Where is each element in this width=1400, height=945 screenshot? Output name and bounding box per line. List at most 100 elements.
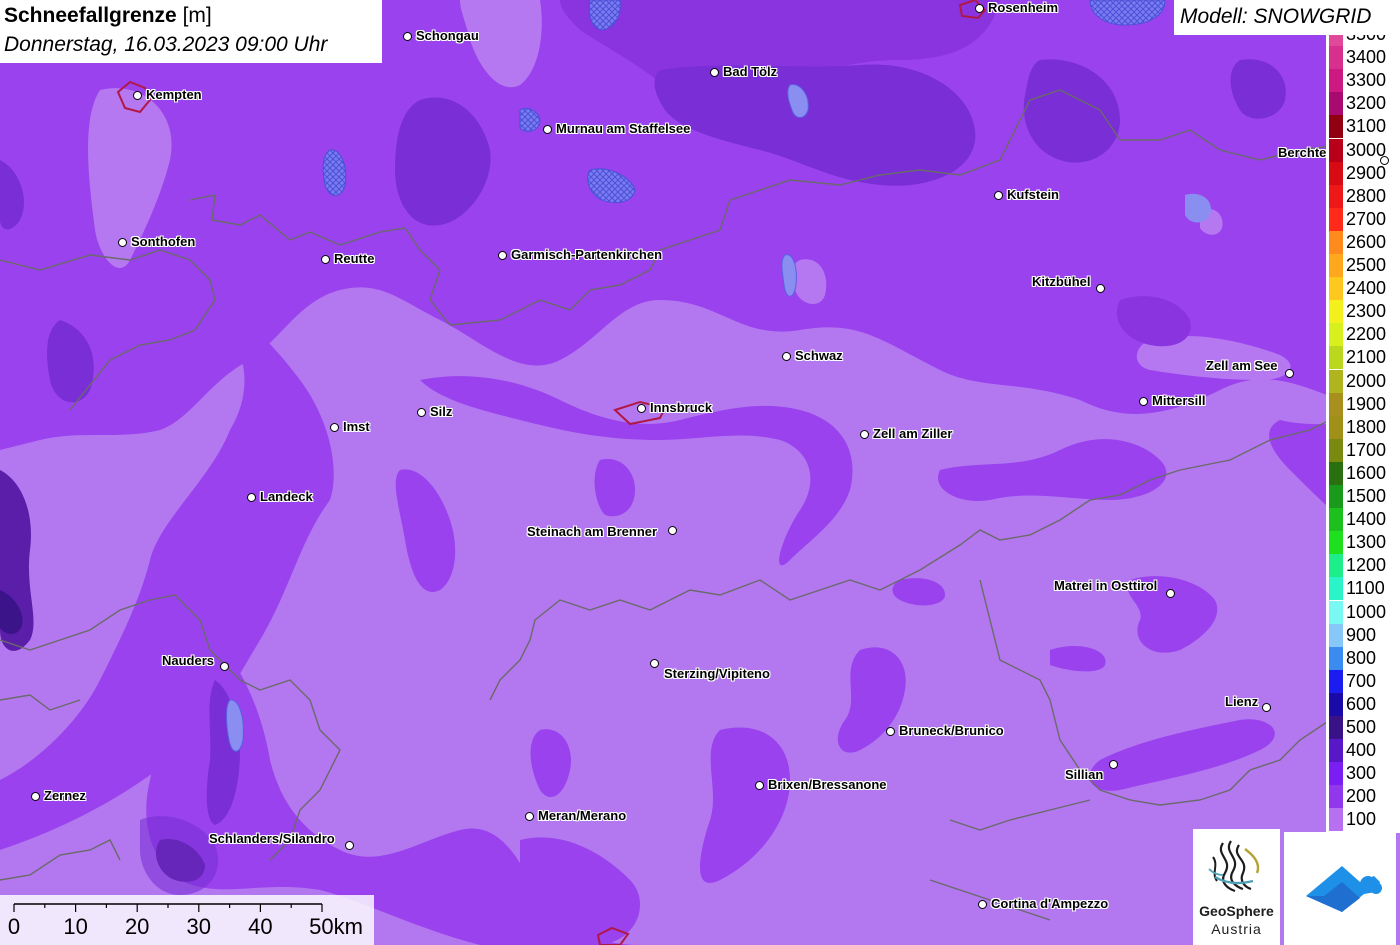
city-dot bbox=[133, 91, 142, 100]
city-label: Kitzbühel bbox=[1032, 274, 1091, 289]
city-label: Bad Tölz bbox=[723, 64, 778, 79]
map-title-main: Schneefallgrenze bbox=[4, 4, 177, 27]
legend-label: 800 bbox=[1346, 647, 1377, 668]
legend-label: 2100 bbox=[1346, 347, 1387, 368]
city-dot bbox=[330, 423, 339, 432]
legend-label: 2400 bbox=[1346, 278, 1387, 299]
legend-label: 1300 bbox=[1346, 532, 1387, 553]
legend-swatch bbox=[1329, 92, 1343, 116]
city-label: Zell am Ziller bbox=[873, 426, 953, 441]
city-label: Garmisch-Partenkirchen bbox=[511, 247, 663, 262]
legend-label: 2900 bbox=[1346, 162, 1387, 183]
legend-swatch bbox=[1329, 692, 1343, 716]
city-label: Kempten bbox=[146, 87, 202, 102]
model-label: Modell: SNOWGRID bbox=[1180, 5, 1372, 28]
city-label: Meran/Merano bbox=[538, 808, 627, 823]
city-dot bbox=[1139, 397, 1148, 406]
legend-label: 300 bbox=[1346, 763, 1377, 784]
snowgrid-logo bbox=[1284, 832, 1396, 945]
legend-label: 900 bbox=[1346, 624, 1377, 645]
legend-label: 1700 bbox=[1346, 439, 1387, 460]
city-dot bbox=[668, 526, 677, 535]
legend-label: 700 bbox=[1346, 670, 1377, 691]
map-datetime: Donnerstag, 16.03.2023 09:00 Uhr bbox=[4, 33, 328, 56]
legend-swatch bbox=[1329, 184, 1343, 208]
city-dot bbox=[525, 812, 534, 821]
legend-swatch bbox=[1329, 46, 1343, 70]
city-dot bbox=[1109, 760, 1118, 769]
legend-label: 3300 bbox=[1346, 70, 1387, 91]
legend-swatch bbox=[1329, 138, 1343, 162]
city-dot bbox=[31, 792, 40, 801]
city-label: Matrei in Osttirol bbox=[1054, 578, 1158, 593]
snow-cloud-logo-icon bbox=[1306, 866, 1382, 912]
city-dot bbox=[1096, 284, 1105, 293]
legend-label: 2500 bbox=[1346, 255, 1387, 275]
legend-label: 2000 bbox=[1346, 370, 1387, 391]
legend-swatch bbox=[1329, 461, 1343, 485]
legend-label: 3200 bbox=[1346, 93, 1387, 114]
legend-swatch bbox=[1329, 438, 1343, 462]
legend-swatch bbox=[1329, 300, 1343, 324]
city-dot bbox=[345, 841, 354, 850]
city-dot bbox=[118, 238, 127, 247]
legend-swatch bbox=[1329, 623, 1343, 647]
scale-label: 40 bbox=[248, 914, 273, 939]
city-dot bbox=[220, 662, 229, 671]
legend-swatch bbox=[1329, 69, 1343, 93]
legend-swatch bbox=[1329, 323, 1343, 347]
geosphere-swirl-logo-icon bbox=[1208, 840, 1260, 893]
legend-swatch bbox=[1329, 762, 1343, 786]
legend-swatch bbox=[1329, 207, 1343, 231]
city-label: Steinach am Brenner bbox=[527, 524, 658, 539]
legend-swatch bbox=[1329, 392, 1343, 416]
legend-swatch bbox=[1329, 369, 1343, 393]
legend-swatch bbox=[1329, 346, 1343, 370]
city-dot bbox=[1285, 369, 1294, 378]
city-label: Nauders bbox=[162, 653, 215, 668]
city-label: Lienz bbox=[1225, 694, 1259, 709]
city-label: Murnau am Staffelsee bbox=[556, 121, 691, 136]
city-dot bbox=[417, 408, 426, 417]
city-dot bbox=[403, 32, 412, 41]
city-dot bbox=[650, 659, 659, 668]
city-label: Reutte bbox=[334, 251, 375, 266]
legend-swatch bbox=[1329, 600, 1343, 624]
city-label: Sonthofen bbox=[131, 234, 196, 249]
scale-label: 10 bbox=[63, 914, 88, 939]
city-dot bbox=[498, 251, 507, 260]
city-dot bbox=[975, 4, 984, 13]
legend-swatch bbox=[1329, 115, 1343, 139]
city-label: Silz bbox=[430, 404, 453, 419]
map-title-unit: [m] bbox=[182, 4, 212, 27]
legend-label: 2800 bbox=[1346, 185, 1387, 206]
scale-label: 30 bbox=[186, 914, 212, 939]
legend-label: 100 bbox=[1346, 809, 1377, 830]
legend-label: 3400 bbox=[1346, 47, 1387, 68]
snowfall-limit-map[interactable] bbox=[0, 0, 1400, 945]
city-label: Landeck bbox=[260, 489, 313, 504]
legend-swatch bbox=[1329, 230, 1343, 254]
legend-swatch bbox=[1329, 35, 1343, 46]
legend-label: 1600 bbox=[1346, 462, 1387, 483]
legend-label: 200 bbox=[1346, 786, 1377, 807]
scale-label: 0 bbox=[7, 914, 21, 939]
city-dot bbox=[978, 900, 987, 909]
city-dot bbox=[1166, 589, 1175, 598]
legend-swatch bbox=[1329, 785, 1343, 809]
model-label-box: Modell: SNOWGRID bbox=[1174, 0, 1400, 35]
legend-swatch bbox=[1329, 716, 1343, 739]
city-label: Bruneck/Brunico bbox=[899, 723, 1004, 738]
legend-label: 600 bbox=[1346, 693, 1377, 714]
city-label: Sterzing/Vipiteno bbox=[664, 666, 770, 681]
city-dot bbox=[321, 255, 330, 264]
city-dot bbox=[1380, 156, 1389, 165]
legend-swatch bbox=[1329, 739, 1343, 763]
legend-label: 3500 bbox=[1346, 35, 1386, 46]
city-label: Zell am See bbox=[1206, 358, 1278, 373]
city-label: Kufstein bbox=[1007, 187, 1059, 202]
city-label: Sillian bbox=[1065, 767, 1104, 782]
legend-label: 2700 bbox=[1346, 208, 1387, 229]
legend-label: 1400 bbox=[1346, 509, 1387, 530]
city-dot bbox=[543, 125, 552, 134]
